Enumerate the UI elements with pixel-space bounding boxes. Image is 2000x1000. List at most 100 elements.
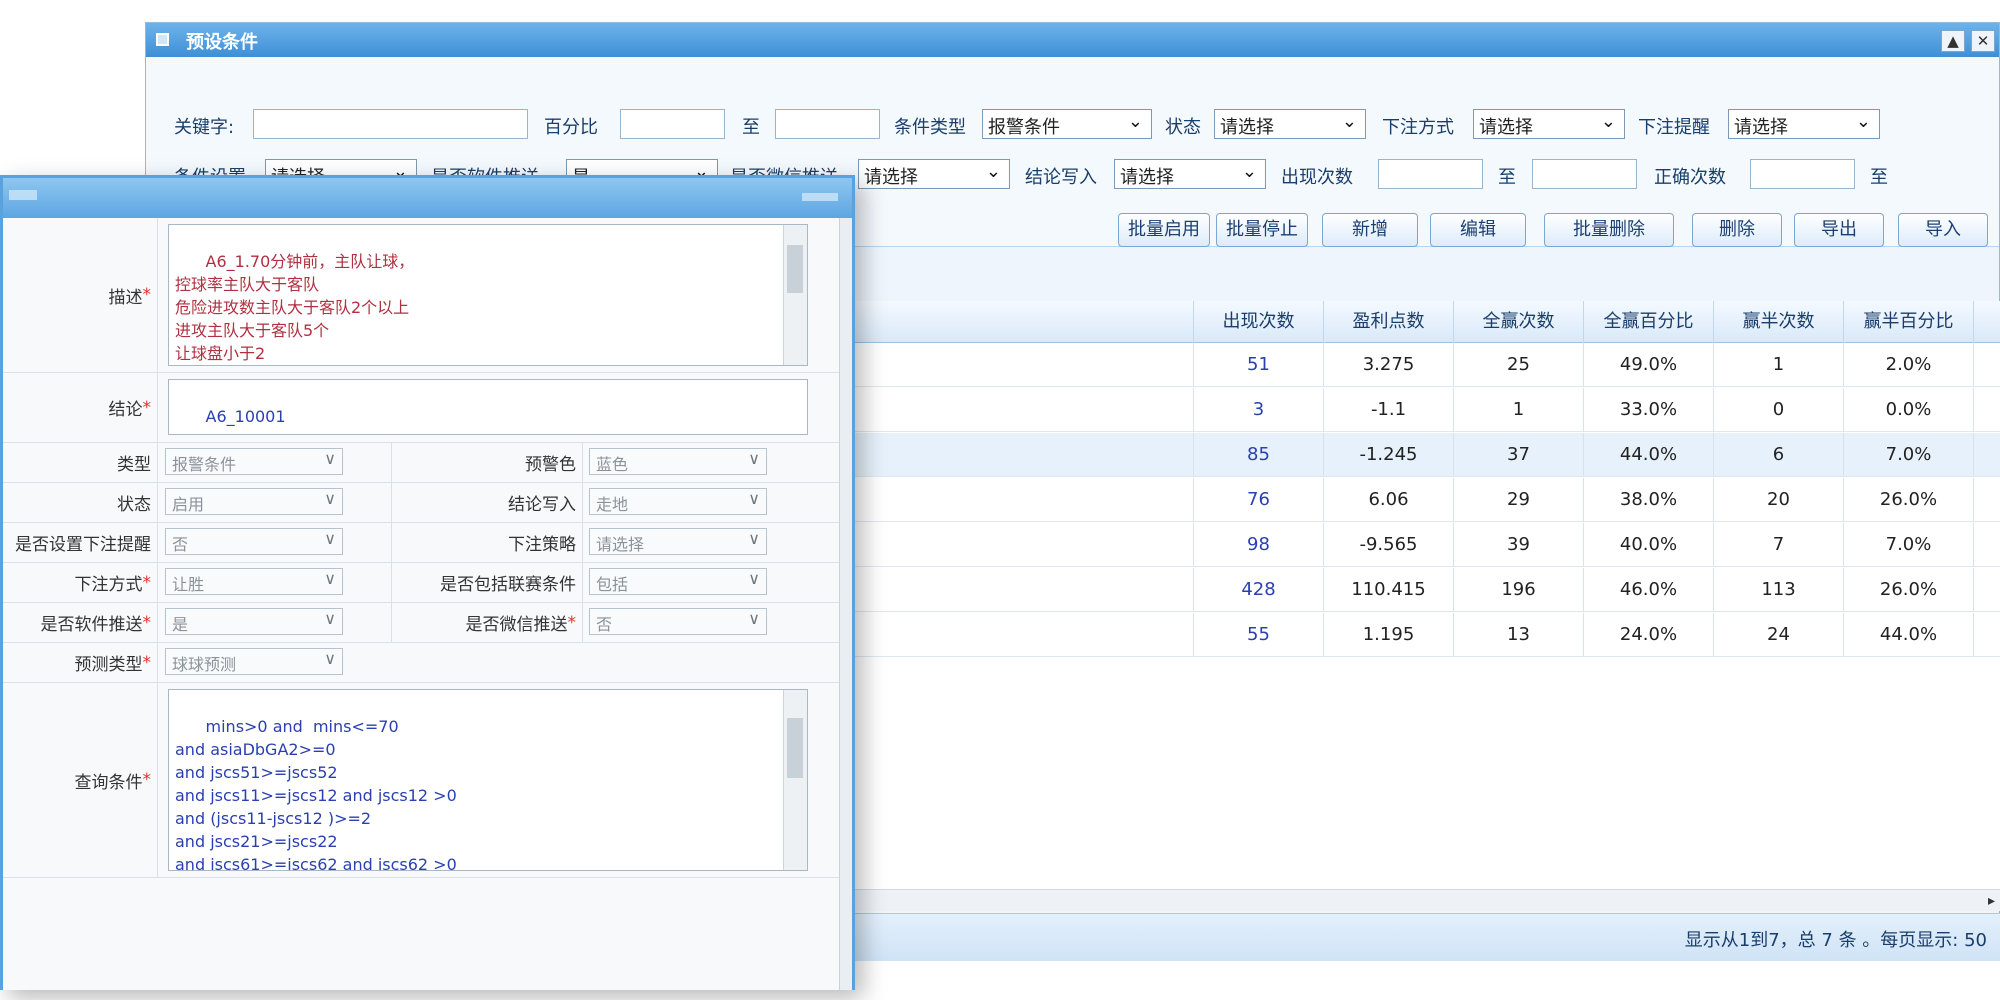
cell-occurrences[interactable]: 76 (1194, 478, 1324, 522)
condition-type-select[interactable]: 报警条件 ⌄ (982, 109, 1152, 139)
conclusion-write-label: 结论写入 (391, 483, 583, 522)
percent-to-input[interactable] (775, 109, 880, 139)
window-icon (156, 33, 169, 46)
percent-label: 百分比 (544, 117, 598, 138)
vertical-scrollbar[interactable] (783, 225, 807, 365)
query-text: mins>0 and mins<=70 and asiaDbGA2>=0 and… (175, 717, 457, 871)
chevron-down-icon: ⌄ (1855, 111, 1871, 132)
occurrence-to-label: 至 (1498, 167, 1516, 188)
description-text: A6_1.70分钟前，主队让球， 控球率主队大于客队 危险进攻数主队大于客队2个… (175, 252, 415, 363)
restore-icon[interactable]: ▲ (1941, 30, 1965, 52)
form-row-description: 描述 * A6_1.70分钟前，主队让球， 控球率主队大于客队 危险进攻数主队大于… (3, 218, 852, 373)
cell-profit: 1.195 (1324, 613, 1454, 657)
chevron-down-icon: ⌄ (985, 161, 1001, 182)
dialog-titlebar[interactable] (3, 178, 852, 218)
dialog-scrollbar[interactable] (839, 218, 852, 990)
chevron-down-icon: ∨ (748, 489, 760, 508)
cell-half-win-count: 6 (1714, 433, 1844, 477)
query-textarea[interactable]: mins>0 and mins<=70 and asiaDbGA2>=0 and… (168, 689, 808, 871)
cell-occurrences[interactable]: 51 (1194, 343, 1324, 387)
vertical-scrollbar[interactable] (783, 690, 807, 870)
percent-from-input[interactable] (620, 109, 725, 139)
cell-half-win-percent: 0.0% (1844, 388, 1974, 432)
form-row-push: 是否软件推送 * 是 ∨ 是否微信推送 * 否 ∨ (3, 603, 852, 643)
wechat-push-value: 请选择 (864, 167, 918, 188)
add-button[interactable]: 新增 (1322, 213, 1418, 247)
occurrence-label: 出现次数 (1281, 167, 1353, 188)
col-header-win-percent[interactable]: 全赢百分比 (1584, 301, 1714, 343)
strategy-select[interactable]: 请选择 ∨ (589, 528, 767, 555)
dialog-window-buttons[interactable] (802, 193, 838, 201)
chevron-down-icon: ⌄ (1341, 111, 1357, 132)
close-icon[interactable]: ✕ (1971, 30, 1995, 52)
predict-type-label: 预测类型 * (3, 643, 158, 682)
cell-occurrences[interactable]: 428 (1194, 568, 1324, 612)
wechat-push-select[interactable]: 否 ∨ (589, 608, 767, 635)
bet-method-select[interactable]: 让胜 ∨ (165, 568, 343, 595)
edit-button[interactable]: 编辑 (1430, 213, 1526, 247)
occurrence-to-input[interactable] (1532, 159, 1637, 189)
wechat-push-select[interactable]: 请选择 ⌄ (858, 159, 1010, 189)
window-titlebar[interactable]: 预设条件 ▲ ✕ (146, 23, 1999, 57)
col-header-win-count[interactable]: 全赢次数 (1454, 301, 1584, 343)
col-header-occurrences[interactable]: 出现次数 (1194, 301, 1324, 343)
edit-condition-dialog: 描述 * A6_1.70分钟前，主队让球， 控球率主队大于客队 危险进攻数主队大于… (0, 175, 855, 990)
keyword-input[interactable] (253, 109, 528, 139)
cell-half-win-count: 0 (1714, 388, 1844, 432)
conclusion-write-label: 结论写入 (1025, 167, 1097, 188)
cell-win-percent: 38.0% (1584, 478, 1714, 522)
cell-half-win-count: 20 (1714, 478, 1844, 522)
col-header-half-win-percent[interactable]: 赢半百分比 (1844, 301, 1974, 343)
form-row-predict-type: 预测类型 * 球球预测 ∨ (3, 643, 852, 683)
bet-reminder-select[interactable]: 请选择 ⌄ (1728, 109, 1880, 139)
league-select[interactable]: 包括 ∨ (589, 568, 767, 595)
batch-delete-button[interactable]: 批量删除 (1544, 213, 1674, 247)
form-row-footer (3, 878, 852, 990)
software-push-label: 是否软件推送 * (3, 603, 158, 642)
window-title: 预设条件 (186, 32, 258, 53)
scroll-right-icon[interactable]: ▸ (1988, 890, 1995, 912)
conclusion-label: 结论 * (3, 373, 158, 442)
cell-occurrences[interactable]: 55 (1194, 613, 1324, 657)
occurrence-from-input[interactable] (1378, 159, 1483, 189)
cell-win-count: 196 (1454, 568, 1584, 612)
conclusion-textarea[interactable]: A6_10001 (168, 379, 808, 435)
software-push-select[interactable]: 是 ∨ (165, 608, 343, 635)
import-button[interactable]: 导入 (1898, 213, 1988, 247)
type-select[interactable]: 报警条件 ∨ (165, 448, 343, 475)
correct-to-label: 至 (1870, 167, 1888, 188)
chevron-down-icon: ∨ (748, 569, 760, 588)
cell-profit: -1.1 (1324, 388, 1454, 432)
conclusion-write-value: 请选择 (1120, 167, 1174, 188)
cell-win-percent: 33.0% (1584, 388, 1714, 432)
chevron-down-icon: ⌄ (1600, 111, 1616, 132)
status-select[interactable]: 启用 ∨ (165, 488, 343, 515)
correct-label: 正确次数 (1654, 167, 1726, 188)
cell-win-count: 39 (1454, 523, 1584, 567)
batch-stop-button[interactable]: 批量停止 (1216, 213, 1308, 247)
col-header-profit[interactable]: 盈利点数 (1324, 301, 1454, 343)
predict-type-select[interactable]: 球球预测 ∨ (165, 648, 343, 675)
warn-color-select[interactable]: 蓝色 ∨ (589, 448, 767, 475)
delete-button[interactable]: 删除 (1692, 213, 1782, 247)
type-value: 报警条件 (172, 455, 237, 474)
conclusion-write-select[interactable]: 走地 ∨ (589, 488, 767, 515)
export-button[interactable]: 导出 (1794, 213, 1884, 247)
col-header-half-win-count[interactable]: 赢半次数 (1714, 301, 1844, 343)
cell-occurrences[interactable]: 98 (1194, 523, 1324, 567)
conclusion-write-select[interactable]: 请选择 ⌄ (1114, 159, 1266, 189)
correct-from-input[interactable] (1750, 159, 1855, 189)
chevron-down-icon: ∨ (324, 649, 336, 668)
batch-enable-button[interactable]: 批量启用 (1118, 213, 1210, 247)
form-row-conclusion: 结论 * A6_10001 (3, 373, 852, 443)
set-reminder-select[interactable]: 否 ∨ (165, 528, 343, 555)
description-textarea[interactable]: A6_1.70分钟前，主队让球， 控球率主队大于客队 危险进攻数主队大于客队2个… (168, 224, 808, 366)
cell-occurrences[interactable]: 3 (1194, 388, 1324, 432)
description-label: 描述 * (3, 218, 158, 372)
status-select[interactable]: 请选择 ⌄ (1214, 109, 1366, 139)
warn-color-value: 蓝色 (596, 455, 629, 474)
bet-method-select[interactable]: 请选择 ⌄ (1473, 109, 1625, 139)
cell-half-win-percent: 7.0% (1844, 433, 1974, 477)
chevron-down-icon: ∨ (324, 449, 336, 468)
cell-occurrences[interactable]: 85 (1194, 433, 1324, 477)
